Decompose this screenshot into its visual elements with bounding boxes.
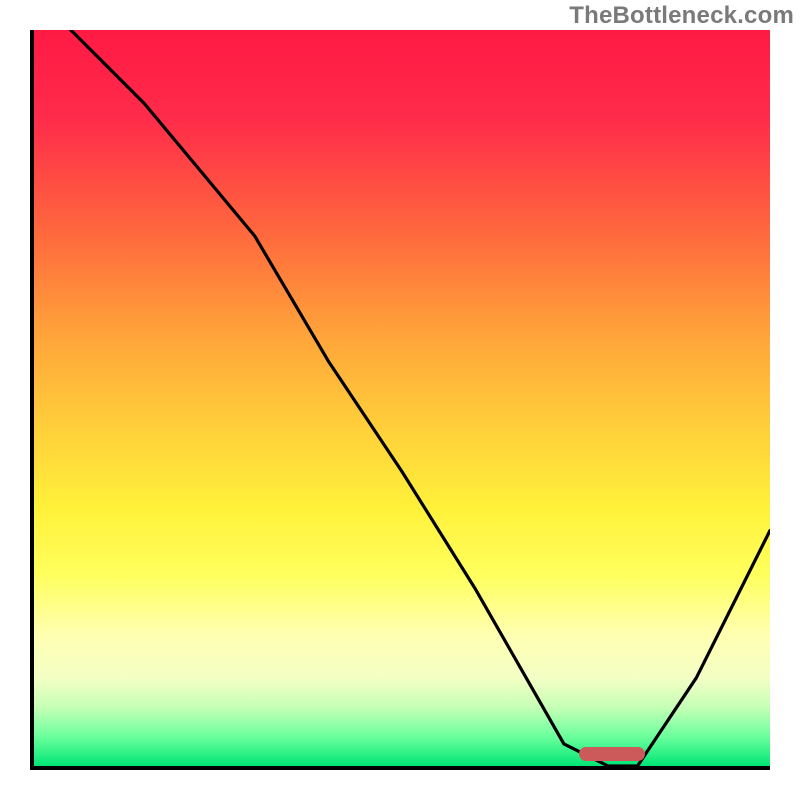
- plot-axes: [30, 30, 770, 770]
- watermark-text: TheBottleneck.com: [569, 2, 794, 30]
- chart-container: TheBottleneck.com: [0, 0, 800, 800]
